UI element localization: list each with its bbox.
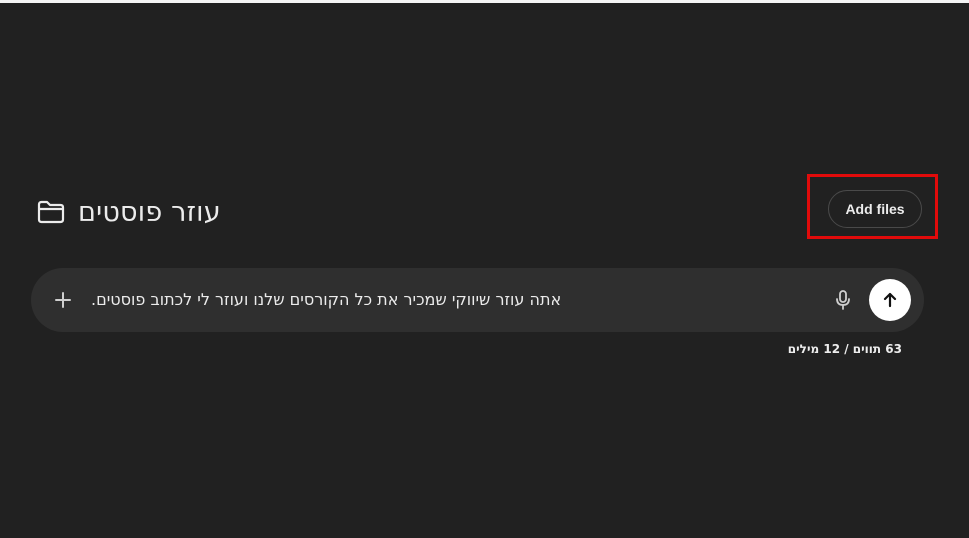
character-word-counter: 63 תווים / 12 מילים	[787, 342, 902, 356]
project-header: עוזר פוסטים	[36, 193, 221, 231]
send-button[interactable]	[869, 279, 911, 321]
plus-icon[interactable]	[51, 288, 75, 312]
project-title: עוזר פוסטים	[78, 196, 221, 228]
folder-icon	[36, 199, 66, 225]
add-files-button[interactable]: Add files	[828, 190, 922, 228]
top-edge-strip	[0, 0, 969, 3]
prompt-composer[interactable]: אתה עוזר שיווקי שמכיר את כל הקורסים שלנו…	[31, 268, 924, 332]
microphone-icon[interactable]	[831, 288, 855, 312]
prompt-input[interactable]: אתה עוזר שיווקי שמכיר את כל הקורסים שלנו…	[91, 288, 651, 312]
arrow-up-icon	[883, 292, 897, 308]
